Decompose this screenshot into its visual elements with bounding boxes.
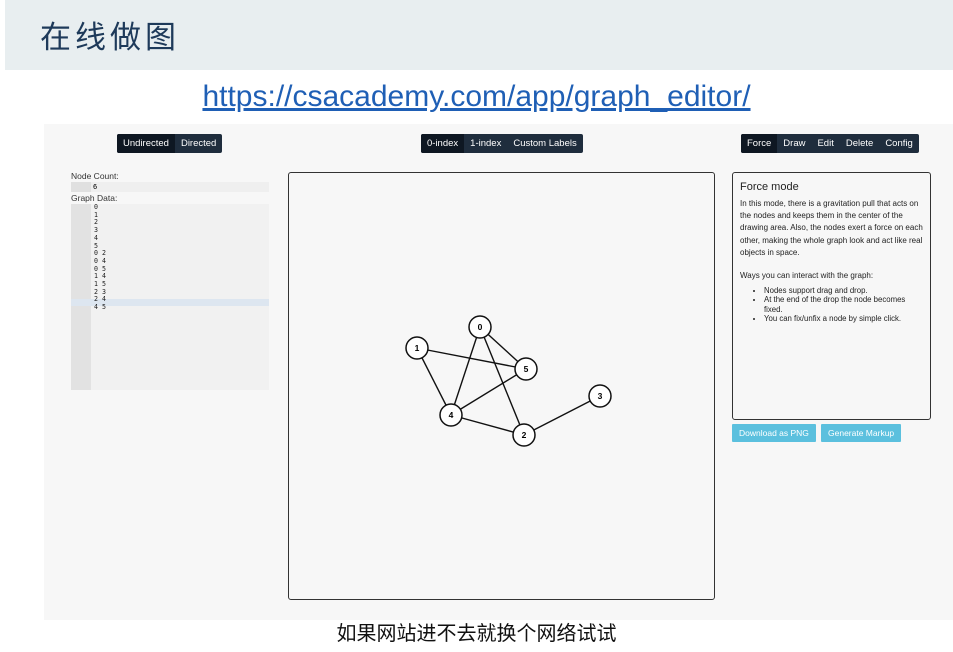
directed-button[interactable]: Directed <box>175 134 222 153</box>
graph-edge[interactable] <box>450 368 527 416</box>
direction-toggle: Undirected Directed <box>117 134 223 153</box>
graph-node-label: 0 <box>478 322 483 332</box>
one-index-button[interactable]: 1-index <box>464 134 507 153</box>
force-mode-button[interactable]: Force <box>741 134 778 153</box>
info-description: In this mode, there is a gravitation pul… <box>740 199 923 257</box>
graph-editor-screenshot: Undirected Directed 0-index 1-index Cust… <box>44 124 953 620</box>
slide-caption: 如果网站进不去就换个网络试试 <box>336 621 617 645</box>
csacademy-link[interactable]: https://csacademy.com/app/graph_editor/ <box>0 80 953 114</box>
config-mode-button[interactable]: Config <box>879 134 918 153</box>
info-title: Force mode <box>740 181 799 193</box>
slide-title: 在线做图 <box>40 20 180 56</box>
edit-mode-button[interactable]: Edit <box>811 134 839 153</box>
line-gutter <box>71 204 91 390</box>
mode-toggle: Force Draw Edit Delete Config <box>741 134 919 153</box>
line-gutter <box>71 182 91 192</box>
graph-node-label: 4 <box>449 410 454 420</box>
info-ways-heading: Ways you can interact with the graph: <box>740 271 874 280</box>
graph-node-label: 5 <box>524 364 529 374</box>
graph-edge[interactable] <box>523 395 601 436</box>
graph-node[interactable]: 3 <box>588 384 612 408</box>
graph-data-editor[interactable]: 0123450 20 40 51 41 52 32 44 5 <box>71 203 269 390</box>
graph-data-text: 0123450 20 40 51 41 52 32 44 5 <box>94 203 106 312</box>
graph-node[interactable]: 4 <box>439 403 463 427</box>
info-ways-list: Nodes support drag and drop. At the end … <box>740 286 926 324</box>
graph-node[interactable]: 0 <box>468 315 492 339</box>
graph-node-label: 1 <box>415 343 420 353</box>
list-item: At the end of the drop the node becomes … <box>764 295 926 314</box>
list-item: You can fix/unfix a node by simple click… <box>764 314 926 323</box>
graph-data-line: 4 5 <box>94 303 106 312</box>
list-item: Nodes support drag and drop. <box>764 286 926 295</box>
custom-labels-button[interactable]: Custom Labels <box>507 134 582 153</box>
node-count-label: Node Count: <box>71 171 119 181</box>
graph-drawing[interactable]: 0 1 2 3 4 5 <box>289 173 714 599</box>
node-count-value: 6 <box>93 183 98 191</box>
graph-canvas[interactable]: 0 1 2 3 4 5 <box>288 172 715 600</box>
generate-markup-button[interactable]: Generate Markup <box>821 424 902 442</box>
graph-node[interactable]: 1 <box>405 336 429 360</box>
draw-mode-button[interactable]: Draw <box>777 134 811 153</box>
graph-data-label: Graph Data: <box>71 193 118 203</box>
download-png-button[interactable]: Download as PNG <box>732 424 816 442</box>
graph-edge[interactable] <box>450 326 481 416</box>
undirected-button[interactable]: Undirected <box>117 134 175 153</box>
graph-node-label: 2 <box>522 430 527 440</box>
graph-node[interactable]: 5 <box>514 357 538 381</box>
graph-edge[interactable] <box>479 326 525 436</box>
node-count-input[interactable]: 6 <box>71 182 269 192</box>
graph-node[interactable]: 2 <box>512 423 536 447</box>
delete-mode-button[interactable]: Delete <box>840 134 879 153</box>
graph-node-label: 3 <box>598 391 603 401</box>
index-toggle: 0-index 1-index Custom Labels <box>421 134 583 153</box>
zero-index-button[interactable]: 0-index <box>421 134 465 153</box>
info-panel: Force mode In this mode, there is a grav… <box>732 172 931 420</box>
